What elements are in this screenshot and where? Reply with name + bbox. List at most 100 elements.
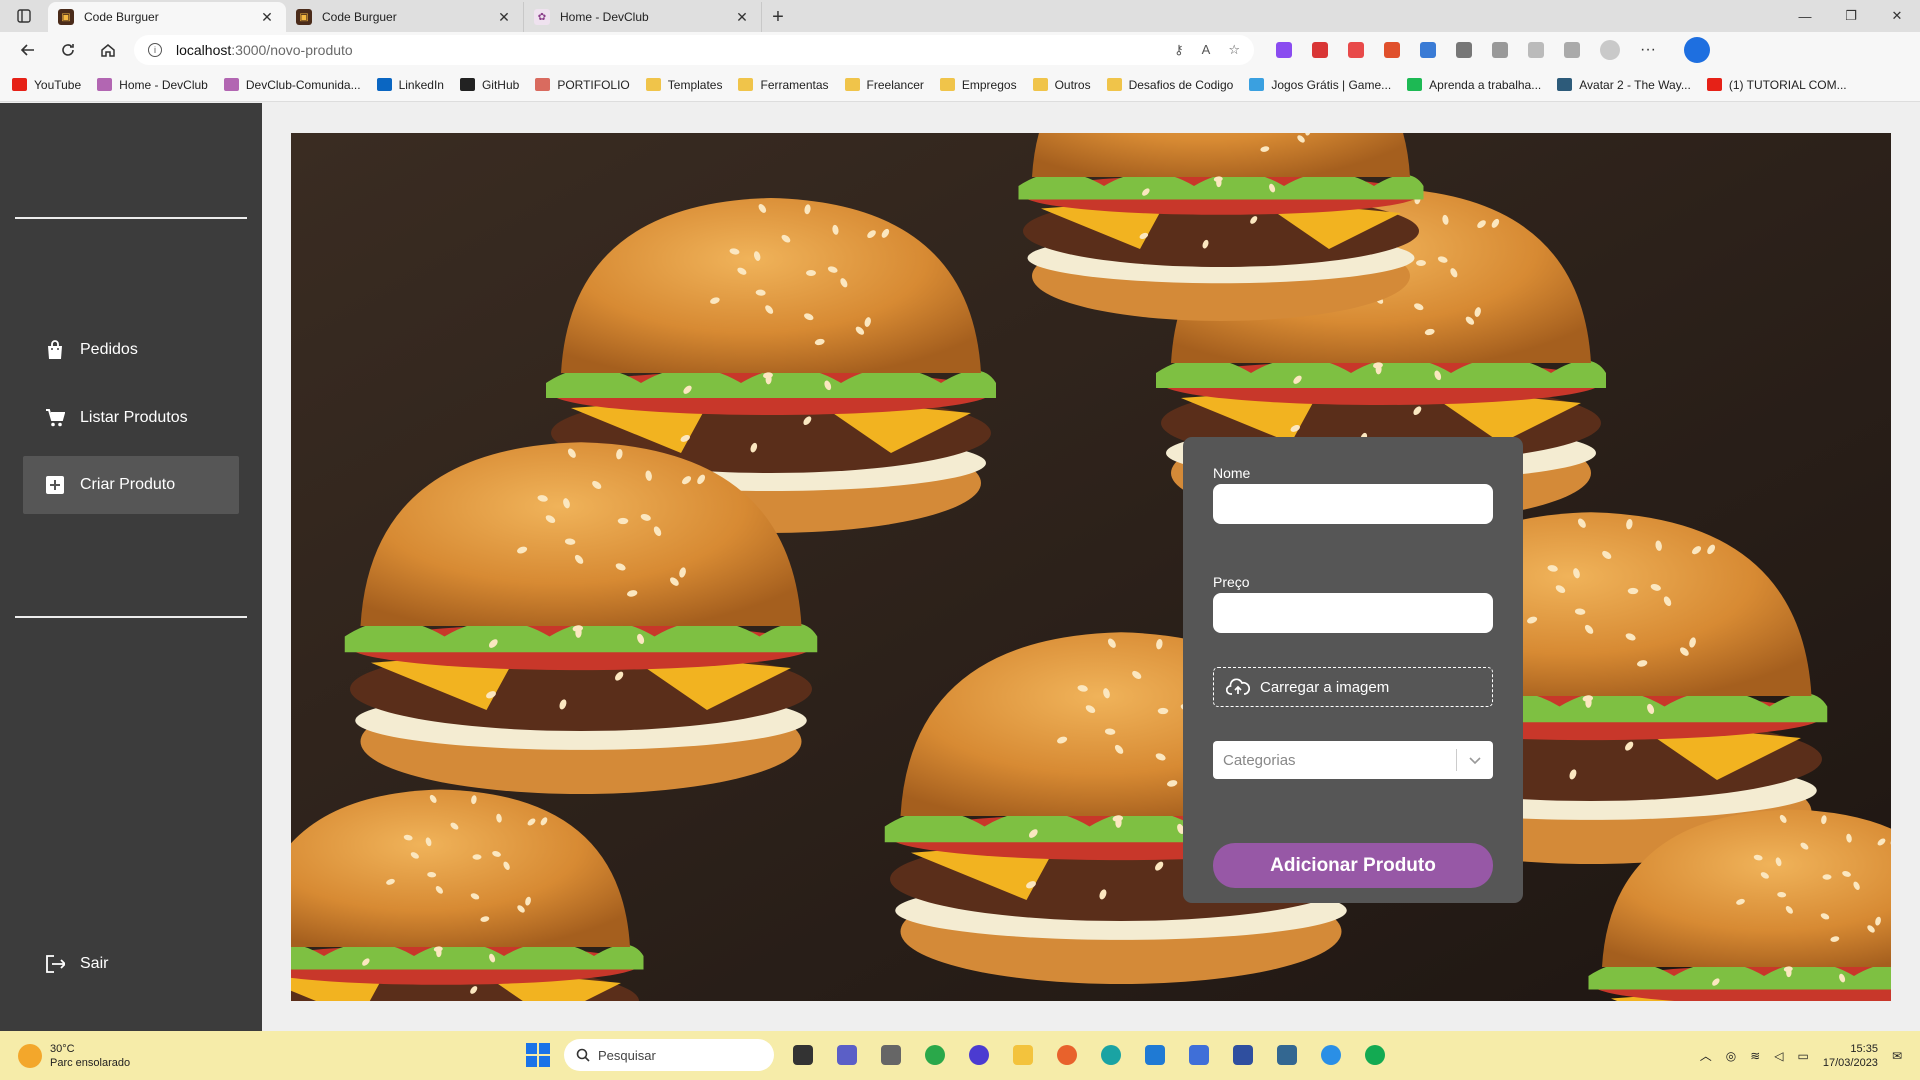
bookmark-item[interactable]: Templates (645, 78, 722, 92)
edge-icon[interactable] (1096, 1040, 1126, 1070)
app-chat-icon[interactable] (1316, 1040, 1346, 1070)
bookmark-item[interactable]: Home - DevClub (97, 78, 208, 92)
network-icon[interactable]: ◎ (1726, 1049, 1736, 1063)
url-host: localhost (176, 42, 232, 58)
favorites-icon[interactable] (1528, 42, 1544, 58)
bookmark-item[interactable]: Freelancer (844, 77, 924, 92)
app-green-icon[interactable] (920, 1040, 950, 1070)
read-aloud-icon[interactable]: A (1202, 42, 1211, 58)
site-info-icon[interactable]: i (148, 43, 162, 57)
bookmark-label: Outros (1054, 77, 1091, 92)
close-tab-icon[interactable]: ✕ (733, 9, 751, 26)
add-product-button[interactable]: Adicionar Produto (1213, 843, 1493, 888)
browser-tab-1[interactable]: ▣ Code Burguer ✕ (48, 2, 286, 32)
volume-icon[interactable]: ◁ (1774, 1049, 1783, 1063)
extension-icon[interactable] (1384, 42, 1400, 58)
home-icon (101, 44, 115, 57)
file-explorer-icon[interactable] (1008, 1040, 1038, 1070)
partly-sunny-icon (18, 1043, 42, 1068)
extension-icon[interactable] (1276, 42, 1292, 58)
search-icon (576, 1048, 590, 1062)
chevron-up-icon[interactable]: ︿ (1700, 1047, 1712, 1064)
folder-icon (738, 78, 754, 91)
weather-widget[interactable]: 30°C Parc ensolarado (0, 1042, 260, 1070)
notes-icon[interactable] (1184, 1040, 1214, 1070)
bookmark-item[interactable]: Outros (1032, 77, 1091, 92)
shield-icon[interactable] (1456, 42, 1472, 58)
main-content: Nome Preço Carregar a imagem Categorias … (262, 103, 1920, 1031)
tab-title: Home - DevClub (560, 10, 649, 24)
back-button[interactable] (8, 34, 48, 66)
close-tab-icon[interactable]: ✕ (258, 9, 276, 26)
tab-actions-button[interactable] (0, 0, 48, 32)
close-tab-icon[interactable]: ✕ (495, 9, 513, 26)
collections-icon[interactable] (1564, 42, 1580, 58)
bing-chat-icon[interactable] (1683, 37, 1710, 63)
bookmark-item[interactable]: Desafios de Codigo (1106, 78, 1233, 92)
favorite-star-icon[interactable]: ☆ (1228, 42, 1240, 58)
bookmark-item[interactable]: Ferramentas (738, 78, 829, 92)
price-input[interactable] (1213, 593, 1493, 633)
app-network-icon[interactable] (1228, 1040, 1258, 1070)
reload-button[interactable] (48, 34, 88, 66)
bookmark-item[interactable]: (1) TUTORIAL COM... (1706, 78, 1847, 92)
app-elephant-icon[interactable] (1272, 1040, 1302, 1070)
devclub-icon (223, 78, 239, 91)
battery-icon[interactable]: ▭ (1798, 1049, 1809, 1063)
browser-tab-3[interactable]: ✿ Home - DevClub ✕ (524, 2, 762, 32)
windows-start-icon[interactable] (526, 1043, 550, 1067)
firefox-icon[interactable] (1052, 1040, 1082, 1070)
more-menu-icon[interactable]: ··· (1640, 41, 1656, 59)
restore-icon[interactable]: ❐ (1828, 8, 1874, 24)
app-purple-icon[interactable] (964, 1040, 994, 1070)
task-view-icon[interactable] (788, 1040, 818, 1070)
key-icon[interactable]: ⚷ (1174, 42, 1184, 58)
close-window-icon[interactable]: ✕ (1874, 8, 1920, 24)
bookmark-item[interactable]: Empregos (939, 78, 1017, 92)
bookmark-item[interactable]: YouTube (12, 78, 81, 92)
bookmark-item[interactable]: DevClub-Comunida... (223, 78, 361, 92)
bookmark-label: Avatar 2 - The Way... (1579, 77, 1691, 92)
sidebar-item-listar-produtos[interactable]: Listar Produtos (23, 389, 239, 447)
folder-icon (1106, 78, 1122, 91)
bookmark-item[interactable]: Jogos Grátis | Game... (1249, 78, 1391, 92)
profile-avatar-icon[interactable] (1600, 40, 1620, 60)
name-input[interactable] (1213, 484, 1493, 524)
mongodb-icon[interactable] (1360, 1040, 1390, 1070)
chevron-down-icon[interactable] (1457, 755, 1493, 765)
extension-icon[interactable] (1420, 42, 1436, 58)
weather-temp: 30°C (50, 1042, 75, 1055)
clock[interactable]: 15:35 17/03/2023 (1823, 1042, 1878, 1070)
folder-icon (1032, 78, 1048, 91)
logout-button[interactable]: Sair (23, 935, 239, 993)
devclub-icon (97, 78, 113, 91)
notepad-icon[interactable] (876, 1040, 906, 1070)
home-button[interactable] (88, 34, 128, 66)
notifications-icon[interactable]: ✉ (1892, 1049, 1902, 1063)
sidebar-item-pedidos[interactable]: Pedidos (23, 321, 239, 379)
extension-icon[interactable] (1348, 42, 1364, 58)
upload-image-button[interactable]: Carregar a imagem (1213, 667, 1493, 707)
new-tab-button[interactable]: + (762, 2, 794, 32)
category-select[interactable]: Categorias (1213, 741, 1493, 779)
bookmark-label: YouTube (34, 77, 82, 92)
puzzle-icon[interactable] (1492, 42, 1508, 58)
taskbar-search[interactable]: Pesquisar (564, 1039, 774, 1071)
sidebar-item-criar-produto[interactable]: Criar Produto (23, 456, 239, 514)
bookmark-item[interactable]: Aprenda a trabalha... (1407, 78, 1541, 92)
bookmark-item[interactable]: LinkedIn (376, 78, 444, 92)
linkedin-icon (376, 78, 392, 91)
shopping-bag-icon (45, 340, 65, 360)
bookmark-label: Freelancer (866, 77, 924, 92)
browser-tab-2[interactable]: ▣ Code Burguer ✕ (286, 2, 524, 32)
wifi-icon[interactable]: ≋ (1750, 1049, 1760, 1063)
minimize-icon[interactable]: — (1782, 9, 1828, 24)
url-field[interactable]: i localhost:3000/novo-produto ⚷ A ☆ (134, 35, 1254, 65)
bookmark-item[interactable]: Avatar 2 - The Way... (1557, 78, 1691, 92)
teams-icon[interactable] (832, 1040, 862, 1070)
bookmark-item[interactable]: GitHub (459, 78, 519, 92)
clock-time: 15:35 (1850, 1042, 1878, 1055)
bookmark-item[interactable]: PORTIFOLIO (535, 78, 630, 92)
vscode-icon[interactable] (1140, 1040, 1170, 1070)
extension-icon[interactable] (1312, 42, 1328, 58)
